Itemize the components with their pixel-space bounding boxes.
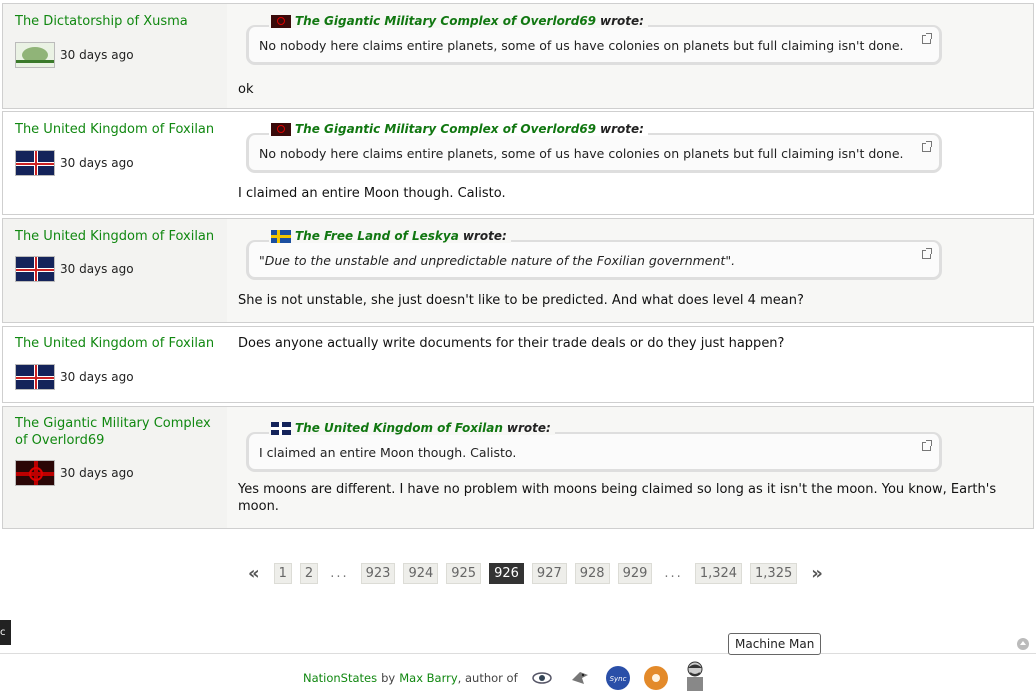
last-page-button[interactable]: » <box>811 563 823 584</box>
quote-author[interactable]: The Gigantic Military Complex of Overlor… <box>295 122 596 136</box>
current-page: 926 <box>489 563 524 584</box>
quote-wrote-label: wrote: <box>600 14 644 28</box>
quote-source-link-icon[interactable] <box>922 248 932 259</box>
quote-nation-flag <box>271 122 291 136</box>
quote-text: No nobody here claims entire planets, so… <box>259 38 904 53</box>
footer: NationStates by Max Barry , author of Sy… <box>303 661 708 691</box>
page-link[interactable]: 1,324 <box>694 563 743 584</box>
nation-flag[interactable] <box>15 256 55 282</box>
nation-flag[interactable] <box>15 42 55 68</box>
post-timestamp: 30 days ago <box>60 48 134 62</box>
post-sidebar: The Gigantic Military Complex of Overlor… <box>3 407 227 528</box>
quote-source-link-icon[interactable] <box>922 440 932 451</box>
post-author-link[interactable]: The United Kingdom of Foxilan <box>15 335 220 352</box>
pagination: « 1 2 ... 923 924 925 926 927 928 929 ..… <box>248 563 823 584</box>
post-timestamp: 30 days ago <box>60 262 134 276</box>
nation-flag[interactable] <box>15 364 55 390</box>
nation-flag[interactable] <box>15 460 55 486</box>
site-link[interactable]: NationStates <box>303 671 377 685</box>
quote-source-link-icon[interactable] <box>922 141 932 152</box>
first-page-button[interactable]: « <box>248 563 260 584</box>
post: The Dictatorship of Xusma 30 days ago Th… <box>2 3 1034 109</box>
post-body: The Free Land of Leskya wrote: "Due to t… <box>227 219 1033 322</box>
page-ellipsis: ... <box>664 566 683 581</box>
post-author-link[interactable]: The Gigantic Military Complex of Overlor… <box>15 415 220 449</box>
donut-book-icon[interactable] <box>643 666 668 690</box>
quote-text: I claimed an entire Moon though. Calisto… <box>259 445 517 460</box>
quote-author[interactable]: The Free Land of Leskya <box>295 229 459 243</box>
post-message: Does anyone actually write documents for… <box>238 336 785 351</box>
bird-book-icon[interactable] <box>568 666 592 690</box>
page-link[interactable]: 1,325 <box>750 563 798 584</box>
post: The United Kingdom of Foxilan 30 days ag… <box>2 326 1034 403</box>
quote-wrote-label: wrote: <box>506 421 551 435</box>
page-link[interactable]: 927 <box>531 563 567 584</box>
page-link[interactable]: 2 <box>299 563 319 584</box>
post-author-link[interactable]: The United Kingdom of Foxilan <box>15 121 220 138</box>
page-link[interactable]: 923 <box>360 563 396 584</box>
post-message: Yes moons are different. I have no probl… <box>238 482 997 514</box>
quote-block: The Gigantic Military Complex of Overlor… <box>246 14 942 65</box>
footer-divider <box>0 653 1036 654</box>
quote-block: The United Kingdom of Foxilan wrote: I c… <box>246 421 942 472</box>
side-tab[interactable]: c <box>0 620 11 645</box>
post-body: The Gigantic Military Complex of Overlor… <box>227 4 1033 108</box>
post-sidebar: The Dictatorship of Xusma 30 days ago <box>3 4 227 108</box>
quote-nation-flag <box>271 421 291 435</box>
page-ellipsis: ... <box>330 566 349 581</box>
post-sidebar: The United Kingdom of Foxilan 30 days ag… <box>3 112 227 214</box>
page-link[interactable]: 924 <box>403 563 439 584</box>
quote-wrote-label: wrote: <box>462 229 507 243</box>
nation-flag[interactable] <box>15 150 55 176</box>
post-body: The Gigantic Military Complex of Overlor… <box>227 112 1033 214</box>
post-timestamp: 30 days ago <box>60 156 134 170</box>
post-message: ok <box>238 82 254 97</box>
quote-nation-flag <box>271 229 291 243</box>
quote-author[interactable]: The United Kingdom of Foxilan <box>295 421 503 435</box>
page-link[interactable]: 929 <box>617 563 653 584</box>
post: The United Kingdom of Foxilan 30 days ag… <box>2 218 1034 323</box>
quote-block: The Gigantic Military Complex of Overlor… <box>246 122 942 173</box>
quote-wrote-label: wrote: <box>600 122 644 136</box>
post-message: I claimed an entire Moon though. Calisto… <box>238 186 506 201</box>
post: The United Kingdom of Foxilan 30 days ag… <box>2 111 1034 215</box>
post-sidebar: The United Kingdom of Foxilan 30 days ag… <box>3 219 227 322</box>
footer-by-text: by <box>381 671 396 685</box>
quote-author[interactable]: The Gigantic Military Complex of Overlor… <box>295 14 596 28</box>
quote-source-link-icon[interactable] <box>922 33 932 44</box>
post-body: The United Kingdom of Foxilan wrote: I c… <box>227 407 1033 528</box>
post: The Gigantic Military Complex of Overlor… <box>2 406 1034 529</box>
post-body: Does anyone actually write documents for… <box>227 327 1033 402</box>
quote-text: "Due to the unstable and unpredictable n… <box>259 253 736 268</box>
footer-author-of-text: , author of <box>457 671 518 685</box>
page-link[interactable]: 1 <box>273 563 292 584</box>
post-timestamp: 30 days ago <box>60 370 134 384</box>
post-sidebar: The United Kingdom of Foxilan 30 days ag… <box>3 327 227 402</box>
machine-man-icon[interactable] <box>682 659 708 691</box>
page-link[interactable]: 928 <box>574 563 610 584</box>
post-author-link[interactable]: The United Kingdom of Foxilan <box>15 228 220 245</box>
post-message: She is not unstable, she just doesn't li… <box>238 293 804 308</box>
page-link[interactable]: 925 <box>446 563 482 584</box>
scroll-to-top-icon[interactable] <box>1017 638 1029 650</box>
quote-block: The Free Land of Leskya wrote: "Due to t… <box>246 229 942 280</box>
tooltip: Machine Man <box>728 633 822 655</box>
sync-book-icon[interactable]: Sync <box>605 666 630 690</box>
quote-nation-flag <box>271 14 291 28</box>
post-timestamp: 30 days ago <box>60 466 134 480</box>
quote-text: No nobody here claims entire planets, so… <box>259 146 904 161</box>
post-author-link[interactable]: The Dictatorship of Xusma <box>15 13 220 30</box>
eye-book-icon[interactable] <box>530 666 554 690</box>
author-link[interactable]: Max Barry <box>399 671 457 685</box>
svg-text:Sync: Sync <box>609 675 626 683</box>
